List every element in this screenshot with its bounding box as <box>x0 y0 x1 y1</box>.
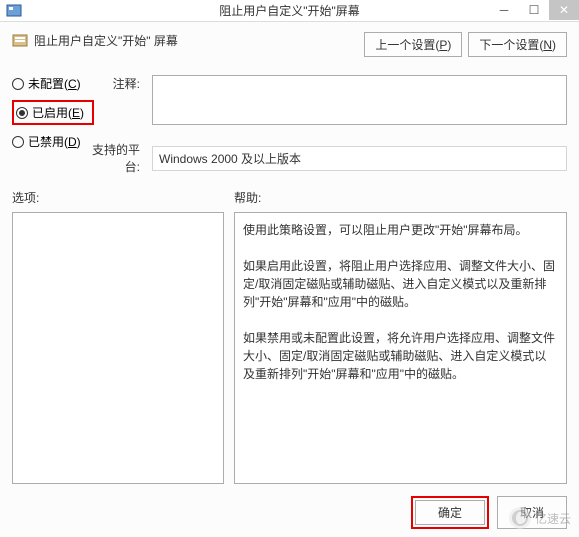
radio-label: 未配置(C) <box>28 75 81 92</box>
options-box[interactable] <box>12 212 224 484</box>
comment-label: 注释: <box>104 75 144 92</box>
radio-icon <box>12 78 24 90</box>
window-controls: ─ ☐ ✕ <box>489 0 579 20</box>
radio-icon <box>16 107 28 119</box>
options-section: 选项: <box>12 189 224 484</box>
minimize-button[interactable]: ─ <box>489 0 519 20</box>
nav-buttons: 上一个设置(P) 下一个设置(N) <box>364 32 567 57</box>
watermark-icon <box>509 507 531 529</box>
lower-sections: 选项: 帮助: 使用此策略设置，可以阻止用户更改"开始"屏幕布局。 如果启用此设… <box>12 189 567 484</box>
platform-label: 支持的平台: <box>80 141 144 175</box>
platform-value: Windows 2000 及以上版本 <box>152 146 567 171</box>
right-column: 注释: 支持的平台: Windows 2000 及以上版本 <box>152 75 567 175</box>
app-icon <box>6 3 22 19</box>
policy-icon <box>12 33 28 49</box>
help-box[interactable]: 使用此策略设置，可以阻止用户更改"开始"屏幕布局。 如果启用此设置，将阻止用户选… <box>234 212 567 484</box>
prev-setting-button[interactable]: 上一个设置(P) <box>364 32 462 57</box>
policy-header: 阻止用户自定义"开始" 屏幕 <box>12 32 178 49</box>
radio-label: 已启用(E) <box>32 104 84 121</box>
watermark-text: 亿速云 <box>535 510 571 527</box>
content-area: 阻止用户自定义"开始" 屏幕 上一个设置(P) 下一个设置(N) 未配置(C) … <box>0 22 579 494</box>
ok-highlight: 确定 <box>411 496 489 529</box>
radio-label: 已禁用(D) <box>28 133 81 150</box>
close-button[interactable]: ✕ <box>549 0 579 20</box>
ok-button[interactable]: 确定 <box>415 500 485 525</box>
platform-row: 支持的平台: Windows 2000 及以上版本 <box>152 141 567 175</box>
window-title: 阻止用户自定义"开始"屏幕 <box>219 2 360 19</box>
maximize-button[interactable]: ☐ <box>519 0 549 20</box>
header-row: 阻止用户自定义"开始" 屏幕 上一个设置(P) 下一个设置(N) <box>12 32 567 57</box>
options-label: 选项: <box>12 189 224 206</box>
next-setting-button[interactable]: 下一个设置(N) <box>468 32 567 57</box>
help-label: 帮助: <box>234 189 567 206</box>
radio-enabled[interactable]: 已启用(E) <box>12 100 94 125</box>
radio-icon <box>12 136 24 148</box>
titlebar: 阻止用户自定义"开始"屏幕 ─ ☐ ✕ <box>0 0 579 22</box>
main-body: 未配置(C) 已启用(E) 已禁用(D) 注释: 支持的平台: Windows … <box>12 75 567 175</box>
comment-input[interactable] <box>152 75 567 125</box>
watermark: 亿速云 <box>509 507 571 529</box>
policy-title: 阻止用户自定义"开始" 屏幕 <box>34 32 178 49</box>
help-section: 帮助: 使用此策略设置，可以阻止用户更改"开始"屏幕布局。 如果启用此设置，将阻… <box>234 189 567 484</box>
